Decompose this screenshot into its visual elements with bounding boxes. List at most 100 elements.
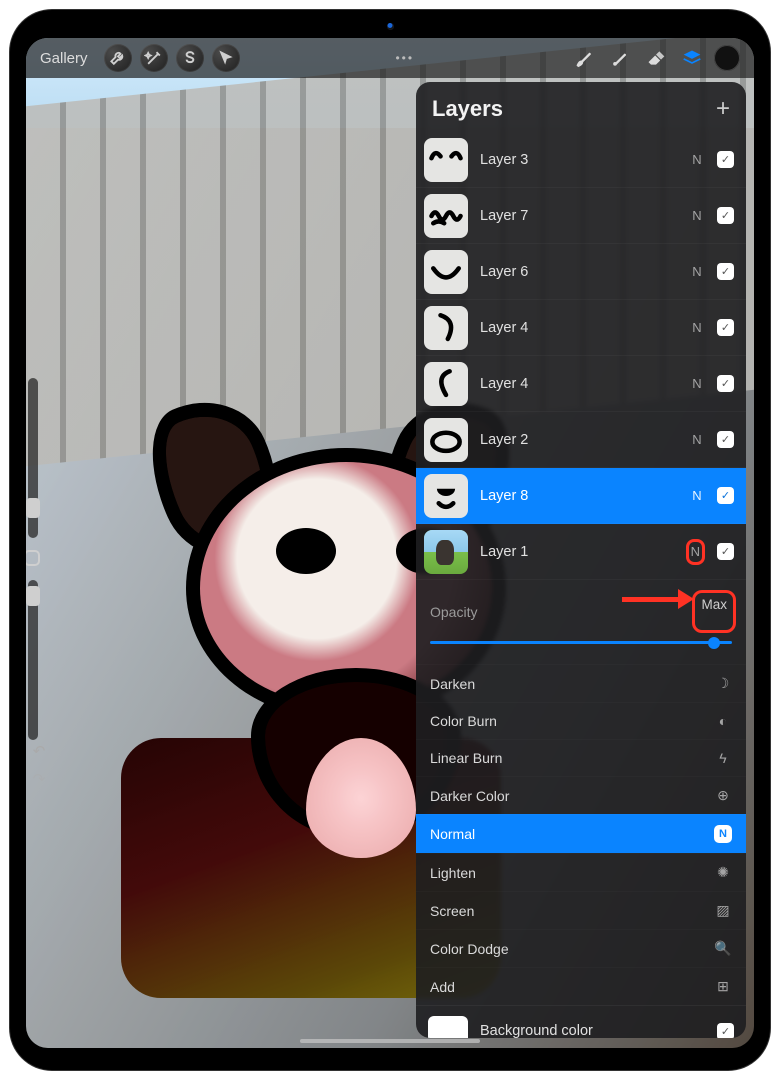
ipad-frame: Gallery •••: [10, 10, 770, 1070]
gallery-button[interactable]: Gallery: [40, 50, 88, 67]
blend-mode-label: Lighten: [430, 865, 476, 881]
blend-mode-item[interactable]: Normal N: [416, 814, 746, 853]
layer-row[interactable]: Layer 3 N ✓: [416, 132, 746, 188]
blend-mode-label: Darker Color: [430, 788, 509, 804]
layer-name-label: Layer 2: [480, 432, 677, 448]
blend-mode-icon: ▨: [714, 902, 732, 919]
blend-mode-icon: ☽: [714, 675, 732, 692]
layer-blend-letter[interactable]: N: [689, 432, 705, 447]
brush-tool-icon[interactable]: [570, 44, 598, 72]
layer-visible-checkbox[interactable]: ✓: [717, 375, 734, 392]
blend-mode-label: Add: [430, 979, 455, 995]
blend-mode-item[interactable]: Linear Burn ϟ: [416, 739, 746, 776]
background-color-label: Background color: [480, 1023, 705, 1038]
layer-visible-checkbox[interactable]: ✓: [717, 319, 734, 336]
layers-panel: Layers + Layer 3N✓Layer 7N✓Layer 6N✓Laye…: [416, 82, 746, 1038]
layer-thumbnail[interactable]: [424, 138, 468, 182]
smudge-tool-icon[interactable]: [606, 44, 634, 72]
layer-row[interactable]: Layer 4 N ✓: [416, 300, 746, 356]
layer-blend-letter[interactable]: N: [689, 488, 705, 503]
layer-visible-checkbox[interactable]: ✓: [717, 263, 734, 280]
top-toolbar: Gallery •••: [26, 38, 754, 78]
layer-blend-letter[interactable]: N: [689, 320, 705, 335]
opacity-slider[interactable]: [430, 641, 732, 644]
layer-thumbnail[interactable]: [424, 306, 468, 350]
layers-tool-icon[interactable]: [678, 44, 706, 72]
layer-row[interactable]: Layer 6 N ✓: [416, 244, 746, 300]
redo-icon[interactable]: ↷: [26, 766, 52, 792]
layer-list: Layer 3N✓Layer 7N✓Layer 6N✓Layer 4N✓Laye…: [416, 132, 746, 580]
layer-name-label: Layer 8: [480, 488, 677, 504]
blend-mode-list: Darken ☽ Color Burn ◐ Linear Burn ϟ Darker Col…: [416, 664, 746, 1005]
blend-mode-item[interactable]: Darker Color ⊕: [416, 776, 746, 814]
actions-wrench-icon[interactable]: [104, 44, 132, 72]
layer-row[interactable]: Layer 8 N ✓: [416, 468, 746, 524]
layer-row[interactable]: Layer 2 N ✓: [416, 412, 746, 468]
layer-visible-checkbox[interactable]: ✓: [717, 151, 734, 168]
modify-button-icon[interactable]: [26, 550, 40, 566]
layer-thumbnail[interactable]: [424, 474, 468, 518]
more-menu-icon[interactable]: •••: [395, 51, 414, 65]
layer-blend-letter[interactable]: N: [689, 152, 705, 167]
eraser-tool-icon[interactable]: [642, 44, 670, 72]
layer-name-label: Layer 3: [480, 152, 677, 168]
brush-size-handle[interactable]: [26, 498, 40, 518]
layer-visible-checkbox[interactable]: ✓: [717, 431, 734, 448]
background-color-row[interactable]: Background color ✓: [416, 1005, 746, 1038]
background-visible-checkbox[interactable]: ✓: [717, 1023, 734, 1039]
layer-thumbnail[interactable]: [424, 362, 468, 406]
layer-blend-letter[interactable]: N: [689, 208, 705, 223]
move-cursor-icon[interactable]: [212, 44, 240, 72]
blend-mode-item[interactable]: Screen ▨: [416, 891, 746, 929]
layer-visible-checkbox[interactable]: ✓: [717, 487, 734, 504]
layer-name-label: Layer 6: [480, 264, 677, 280]
layer-thumbnail[interactable]: [424, 418, 468, 462]
layer-blend-letter[interactable]: N: [689, 376, 705, 391]
brush-opacity-slider[interactable]: [28, 580, 38, 740]
blend-mode-label: Color Burn: [430, 713, 497, 729]
layer-row[interactable]: Layer 7 N ✓: [416, 188, 746, 244]
layer-blend-letter[interactable]: N: [689, 264, 705, 279]
layer-thumbnail[interactable]: [424, 250, 468, 294]
blend-mode-item[interactable]: Darken ☽: [416, 664, 746, 702]
brush-opacity-handle[interactable]: [26, 586, 40, 606]
layer-row[interactable]: Layer 1N✓: [416, 524, 746, 580]
layer-thumbnail[interactable]: [424, 194, 468, 238]
layer-thumbnail[interactable]: [424, 530, 468, 574]
brush-size-slider[interactable]: [28, 378, 38, 538]
layer-name-label: Layer 7: [480, 208, 677, 224]
color-picker-button[interactable]: [714, 45, 740, 71]
layer-visible-checkbox[interactable]: ✓: [717, 543, 734, 560]
blend-mode-icon: N: [714, 825, 732, 843]
blend-mode-item[interactable]: Color Dodge 🔍: [416, 929, 746, 967]
blend-mode-label: Screen: [430, 903, 474, 919]
blend-mode-label: Color Dodge: [430, 941, 509, 957]
blend-mode-item[interactable]: Color Burn ◐: [416, 702, 746, 739]
blend-mode-item[interactable]: Lighten ✺: [416, 853, 746, 891]
adjustments-wand-icon[interactable]: [140, 44, 168, 72]
blend-mode-icon: 🔍: [714, 940, 732, 957]
annotation-highlight-blend: N: [686, 539, 705, 565]
add-layer-button[interactable]: +: [716, 97, 730, 121]
front-camera: [330, 21, 450, 31]
blend-mode-icon: ⊕: [714, 787, 732, 804]
blend-mode-label: Linear Burn: [430, 750, 502, 766]
blend-mode-item[interactable]: Add ⊞: [416, 967, 746, 1005]
opacity-slider-thumb[interactable]: [708, 637, 720, 649]
home-indicator[interactable]: [300, 1039, 480, 1043]
layer-name-label: Layer 4: [480, 320, 677, 336]
annotation-highlight-opacity: Max: [692, 590, 736, 633]
undo-icon[interactable]: ↶: [26, 738, 52, 764]
blend-mode-icon: ◐: [714, 713, 732, 729]
blend-mode-icon: ϟ: [714, 750, 732, 766]
background-color-swatch[interactable]: [428, 1016, 468, 1038]
blend-mode-icon: ✺: [714, 864, 732, 881]
layer-visible-checkbox[interactable]: ✓: [717, 207, 734, 224]
layer-blend-letter[interactable]: N: [691, 544, 700, 559]
layer-row[interactable]: Layer 4N✓: [416, 356, 746, 412]
blend-mode-label: Darken: [430, 676, 475, 692]
blend-mode-icon: ⊞: [714, 978, 732, 995]
blend-mode-label: Normal: [430, 826, 475, 842]
selection-s-icon[interactable]: [176, 44, 204, 72]
annotation-arrow-icon: [622, 587, 692, 611]
